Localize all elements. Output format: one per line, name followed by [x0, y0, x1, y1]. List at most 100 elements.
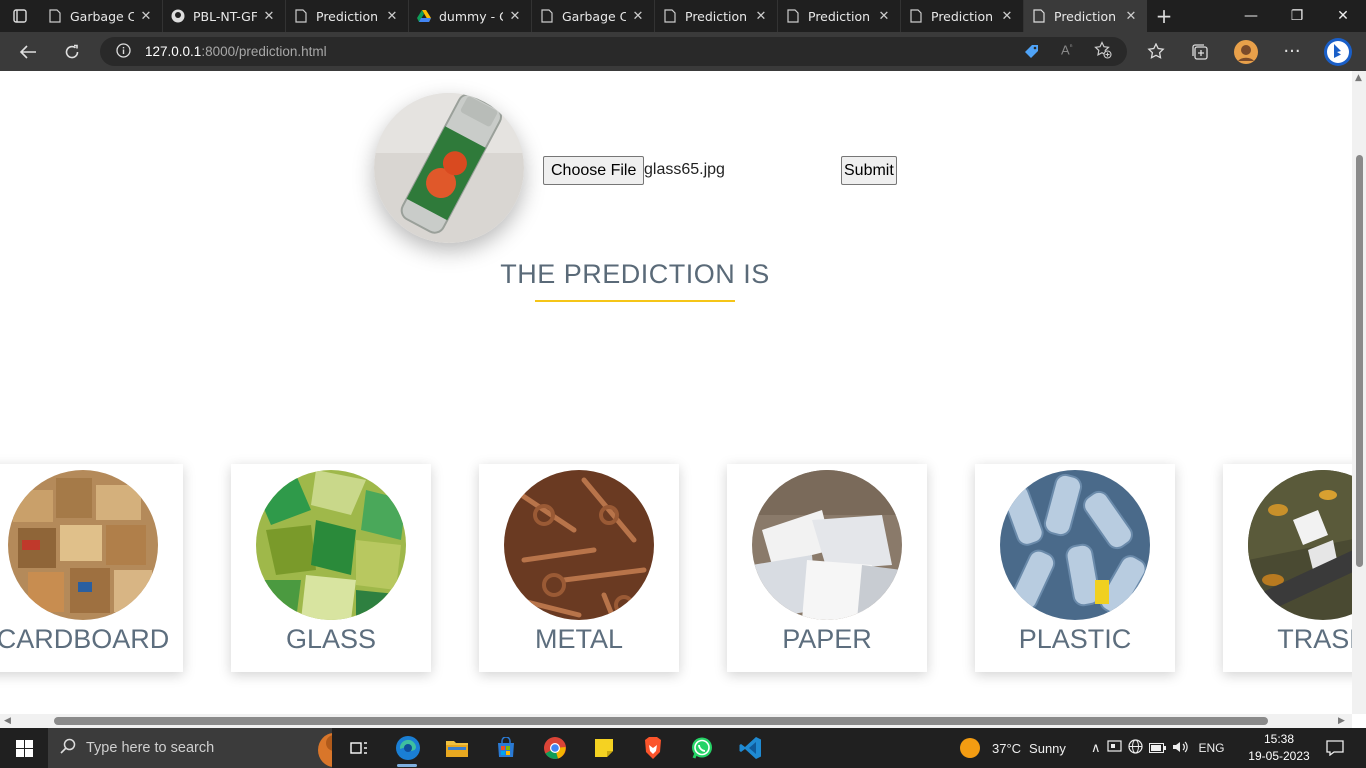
close-tab-icon[interactable]: ✕ — [630, 9, 646, 24]
notifications-icon[interactable] — [1320, 728, 1350, 768]
favorites-icon[interactable] — [1134, 32, 1178, 71]
browser-tab-active[interactable]: Prediction ✕ — [1024, 0, 1147, 32]
address-bar[interactable]: 127.0.0.1:8000/prediction.html Aⁿ — [100, 37, 1127, 66]
search-icon — [60, 738, 76, 759]
category-label: PLASTIC — [1018, 624, 1132, 654]
browser-tab[interactable]: dummy - G ✕ — [409, 0, 532, 32]
category-label: CARDBOARD — [0, 624, 170, 654]
vscode-icon[interactable] — [726, 728, 775, 768]
category-label: METAL — [534, 624, 623, 654]
category-card-plastic[interactable]: PLASTIC — [975, 464, 1175, 672]
category-card-trash[interactable]: TRASH — [1223, 464, 1352, 672]
browser-tab[interactable]: Garbage C ✕ — [40, 0, 163, 32]
tab-label: Garbage C — [70, 8, 134, 24]
selected-file-name: glass65.jpg — [644, 161, 725, 178]
microsoft-store-icon[interactable] — [481, 728, 530, 768]
horizontal-scroll-thumb[interactable] — [54, 717, 1268, 725]
category-card-metal[interactable]: METAL — [479, 464, 679, 672]
close-tab-icon[interactable]: ✕ — [876, 9, 892, 24]
submit-button[interactable]: Submit — [841, 156, 897, 185]
network-globe-icon[interactable] — [1127, 739, 1143, 757]
category-label: TRASH — [1277, 624, 1352, 654]
category-card-cardboard[interactable]: CARDBOARD — [0, 464, 183, 672]
github-icon — [171, 9, 185, 23]
clock-date: 19-05-2023 — [1248, 749, 1310, 763]
close-tab-icon[interactable]: ✕ — [999, 9, 1015, 24]
weather-widget[interactable]: 37°C Sunny — [960, 728, 1066, 768]
category-card-paper[interactable]: PAPER — [727, 464, 927, 672]
metal-image — [504, 470, 654, 620]
tab-label: dummy - G — [439, 8, 503, 24]
close-tab-icon[interactable]: ✕ — [1123, 9, 1139, 24]
uploaded-image-preview — [374, 93, 524, 243]
file-explorer-icon[interactable] — [432, 728, 481, 768]
page-icon — [663, 9, 677, 23]
weather-temperature: 37°C — [992, 740, 1022, 756]
browser-tab[interactable]: Prediction ✕ — [286, 0, 409, 32]
read-aloud-icon[interactable]: Aⁿ — [1061, 42, 1073, 57]
page-icon — [294, 9, 308, 23]
close-tab-icon[interactable]: ✕ — [507, 9, 523, 24]
page-icon — [48, 9, 62, 23]
choose-file-button[interactable]: Choose File — [543, 156, 645, 185]
new-tab-button[interactable]: + — [1147, 0, 1181, 32]
collections-icon[interactable] — [1178, 32, 1222, 71]
close-tab-icon[interactable]: ✕ — [384, 9, 400, 24]
google-drive-icon — [417, 9, 431, 23]
browser-tab[interactable]: Prediction ✕ — [655, 0, 778, 32]
page-icon — [909, 9, 923, 23]
scroll-up-arrow-icon[interactable]: ▲ — [1355, 73, 1362, 83]
taskbar-search-box[interactable]: Type here to search — [48, 728, 332, 768]
profile-avatar[interactable] — [1224, 32, 1268, 71]
tab-label: Prediction — [1054, 8, 1117, 24]
close-tab-icon[interactable]: ✕ — [261, 9, 277, 24]
horizontal-scrollbar[interactable]: ◀ ▶ — [0, 714, 1352, 728]
tab-actions-icon[interactable] — [0, 0, 40, 32]
heading-underline — [535, 300, 735, 302]
prediction-page: Choose File glass65.jpg Submit THE PREDI… — [0, 71, 1352, 714]
page-icon — [1032, 9, 1046, 23]
browser-tab[interactable]: Prediction ✕ — [778, 0, 901, 32]
windows-start-icon[interactable] — [0, 728, 48, 768]
task-view-icon[interactable] — [334, 728, 383, 768]
sticky-notes-icon[interactable] — [579, 728, 628, 768]
browser-toolbar: 127.0.0.1:8000/prediction.html Aⁿ ··· — [0, 32, 1366, 71]
windows-taskbar: Type here to search 37°C Sunny ∧ ENG 15:… — [0, 728, 1366, 768]
restore-icon[interactable]: ❐ — [1274, 0, 1320, 32]
close-tab-icon[interactable]: ✕ — [753, 9, 769, 24]
cardboard-image — [8, 470, 158, 620]
whatsapp-icon[interactable] — [677, 728, 726, 768]
browser-tab[interactable]: Garbage C ✕ — [532, 0, 655, 32]
refresh-icon[interactable] — [50, 32, 94, 71]
taskbar-clock[interactable]: 15:38 19-05-2023 — [1248, 731, 1310, 765]
back-icon[interactable] — [6, 32, 50, 71]
close-tab-icon[interactable]: ✕ — [138, 9, 154, 24]
browser-tab[interactable]: Prediction ✕ — [901, 0, 1024, 32]
tab-label: Prediction — [316, 8, 379, 24]
tab-label: Garbage C — [562, 8, 626, 24]
bing-copilot-icon[interactable] — [1316, 32, 1360, 71]
shopping-tag-icon[interactable] — [1023, 43, 1040, 63]
add-favorite-icon[interactable] — [1094, 41, 1112, 62]
browser-tab[interactable]: PBL-NT-GF ✕ — [163, 0, 286, 32]
sun-icon — [960, 738, 980, 758]
chrome-icon[interactable] — [530, 728, 579, 768]
brave-icon[interactable] — [628, 728, 677, 768]
tray-app-icon[interactable] — [1106, 739, 1122, 757]
show-hidden-icons-icon[interactable]: ∧ — [1091, 740, 1101, 756]
minimize-icon[interactable]: — — [1228, 0, 1274, 32]
battery-icon[interactable] — [1148, 741, 1166, 756]
edge-taskbar-icon[interactable] — [383, 728, 432, 768]
site-info-icon[interactable] — [116, 42, 131, 61]
clock-time: 15:38 — [1263, 732, 1295, 746]
category-label: GLASS — [285, 624, 377, 654]
close-window-icon[interactable]: ✕ — [1320, 0, 1366, 32]
vertical-scroll-thumb[interactable] — [1356, 155, 1363, 567]
input-language[interactable]: ENG — [1199, 741, 1225, 755]
category-card-glass[interactable]: GLASS — [231, 464, 431, 672]
more-options-icon[interactable]: ··· — [1270, 32, 1314, 71]
volume-icon[interactable] — [1172, 740, 1189, 757]
scroll-left-arrow-icon[interactable]: ◀ — [4, 716, 11, 726]
vertical-scrollbar[interactable]: ▲ — [1352, 71, 1366, 714]
scroll-right-arrow-icon[interactable]: ▶ — [1338, 716, 1345, 726]
